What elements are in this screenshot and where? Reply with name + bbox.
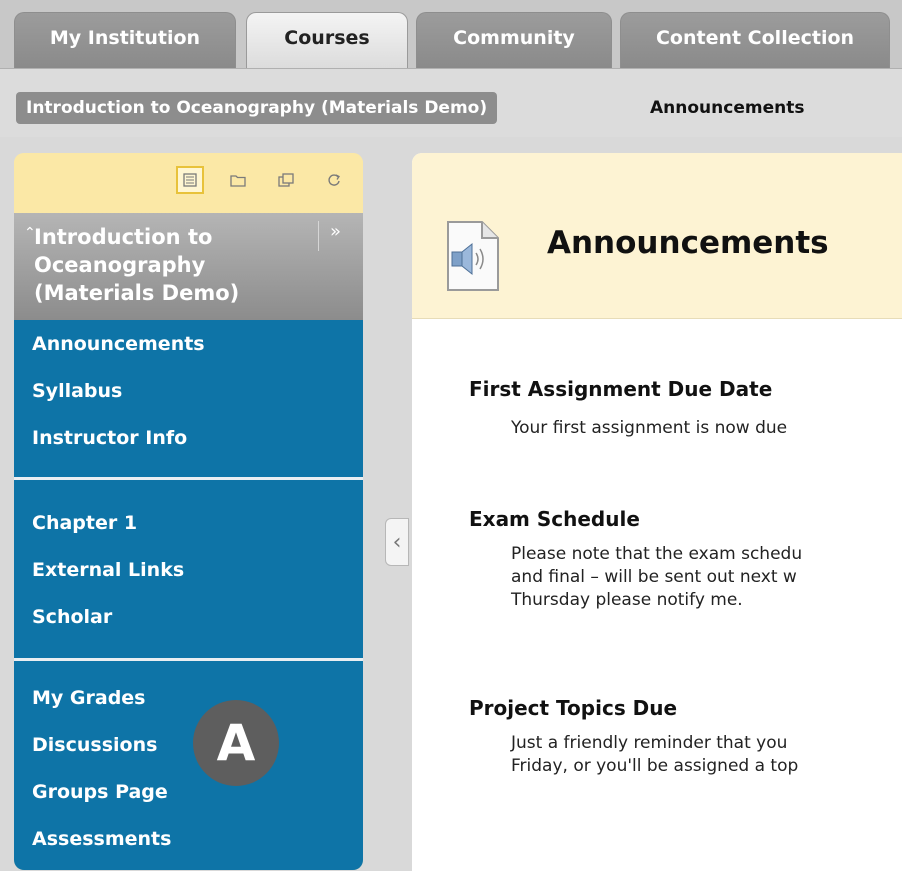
- tab-label: Content Collection: [655, 27, 855, 49]
- folder-view-icon[interactable]: [224, 166, 252, 194]
- double-chevron-right-icon[interactable]: »: [330, 221, 341, 242]
- breadcrumb-course-link[interactable]: Introduction to Oceanography (Materials …: [16, 92, 498, 124]
- announcement-item: Exam Schedule Please note that the exam …: [469, 507, 902, 612]
- page-title: Announcements: [547, 225, 829, 261]
- tab-my-institution[interactable]: My Institution: [14, 12, 236, 68]
- menu-item-announcements[interactable]: Announcements: [14, 320, 363, 368]
- announcement-title: Exam Schedule: [469, 507, 640, 531]
- tab-label: Community: [453, 27, 575, 49]
- callout-badge: A: [193, 700, 279, 786]
- announcement-body: Please note that the exam schedu and fin…: [511, 544, 803, 610]
- content-header: Announcements: [412, 153, 902, 319]
- tab-courses[interactable]: Courses: [246, 12, 408, 68]
- announcement-title: First Assignment Due Date: [469, 377, 773, 401]
- tab-community[interactable]: Community: [416, 12, 612, 68]
- collapse-menu-button[interactable]: ‹: [385, 518, 409, 566]
- announcement-body: Your first assignment is now due: [511, 418, 788, 438]
- announcement-item: Project Topics Due Just a friendly remin…: [469, 696, 902, 778]
- course-menu-toolbar: [14, 153, 363, 213]
- announcement-title: Project Topics Due: [469, 696, 678, 720]
- menu-item-groups-page[interactable]: Groups Page: [14, 769, 363, 816]
- tab-label: Courses: [284, 27, 370, 49]
- top-navigation-bar: My Institution Courses Community Content…: [0, 0, 902, 69]
- course-menu-group-3: My Grades Discussions Groups Page Assess…: [14, 661, 363, 870]
- announcement-body: Just a friendly reminder that you Friday…: [511, 733, 799, 776]
- refresh-icon[interactable]: [320, 166, 348, 194]
- menu-item-syllabus[interactable]: Syllabus: [14, 368, 363, 415]
- new-window-icon[interactable]: [272, 166, 300, 194]
- tab-content-collection[interactable]: Content Collection: [620, 12, 890, 68]
- course-menu-header: ⌃ Introduction to Oceanography (Material…: [14, 213, 363, 320]
- tab-label: My Institution: [49, 27, 201, 49]
- announcement-item: First Assignment Due Date Your first ass…: [469, 377, 902, 440]
- course-title[interactable]: Introduction to Oceanography (Materials …: [34, 223, 314, 307]
- menu-item-scholar[interactable]: Scholar: [14, 594, 363, 641]
- course-menu-group-1: Announcements Syllabus Instructor Info: [14, 320, 363, 477]
- course-menu: ⌃ Introduction to Oceanography (Material…: [14, 153, 363, 870]
- audio-document-icon: [447, 221, 499, 291]
- menu-item-assessments[interactable]: Assessments: [14, 816, 363, 863]
- main-content: Announcements First Assignment Due Date …: [412, 153, 902, 871]
- header-divider: [318, 221, 319, 251]
- menu-item-instructor-info[interactable]: Instructor Info: [14, 415, 363, 462]
- menu-item-my-grades[interactable]: My Grades: [14, 675, 363, 722]
- course-menu-group-2: Chapter 1 External Links Scholar: [14, 480, 363, 658]
- list-view-icon[interactable]: [176, 166, 204, 194]
- menu-item-discussions[interactable]: Discussions: [14, 722, 363, 769]
- menu-item-chapter-1[interactable]: Chapter 1: [14, 500, 363, 547]
- chevron-left-icon: ‹: [392, 529, 402, 555]
- breadcrumb-current: Announcements: [650, 98, 805, 118]
- menu-item-external-links[interactable]: External Links: [14, 547, 363, 594]
